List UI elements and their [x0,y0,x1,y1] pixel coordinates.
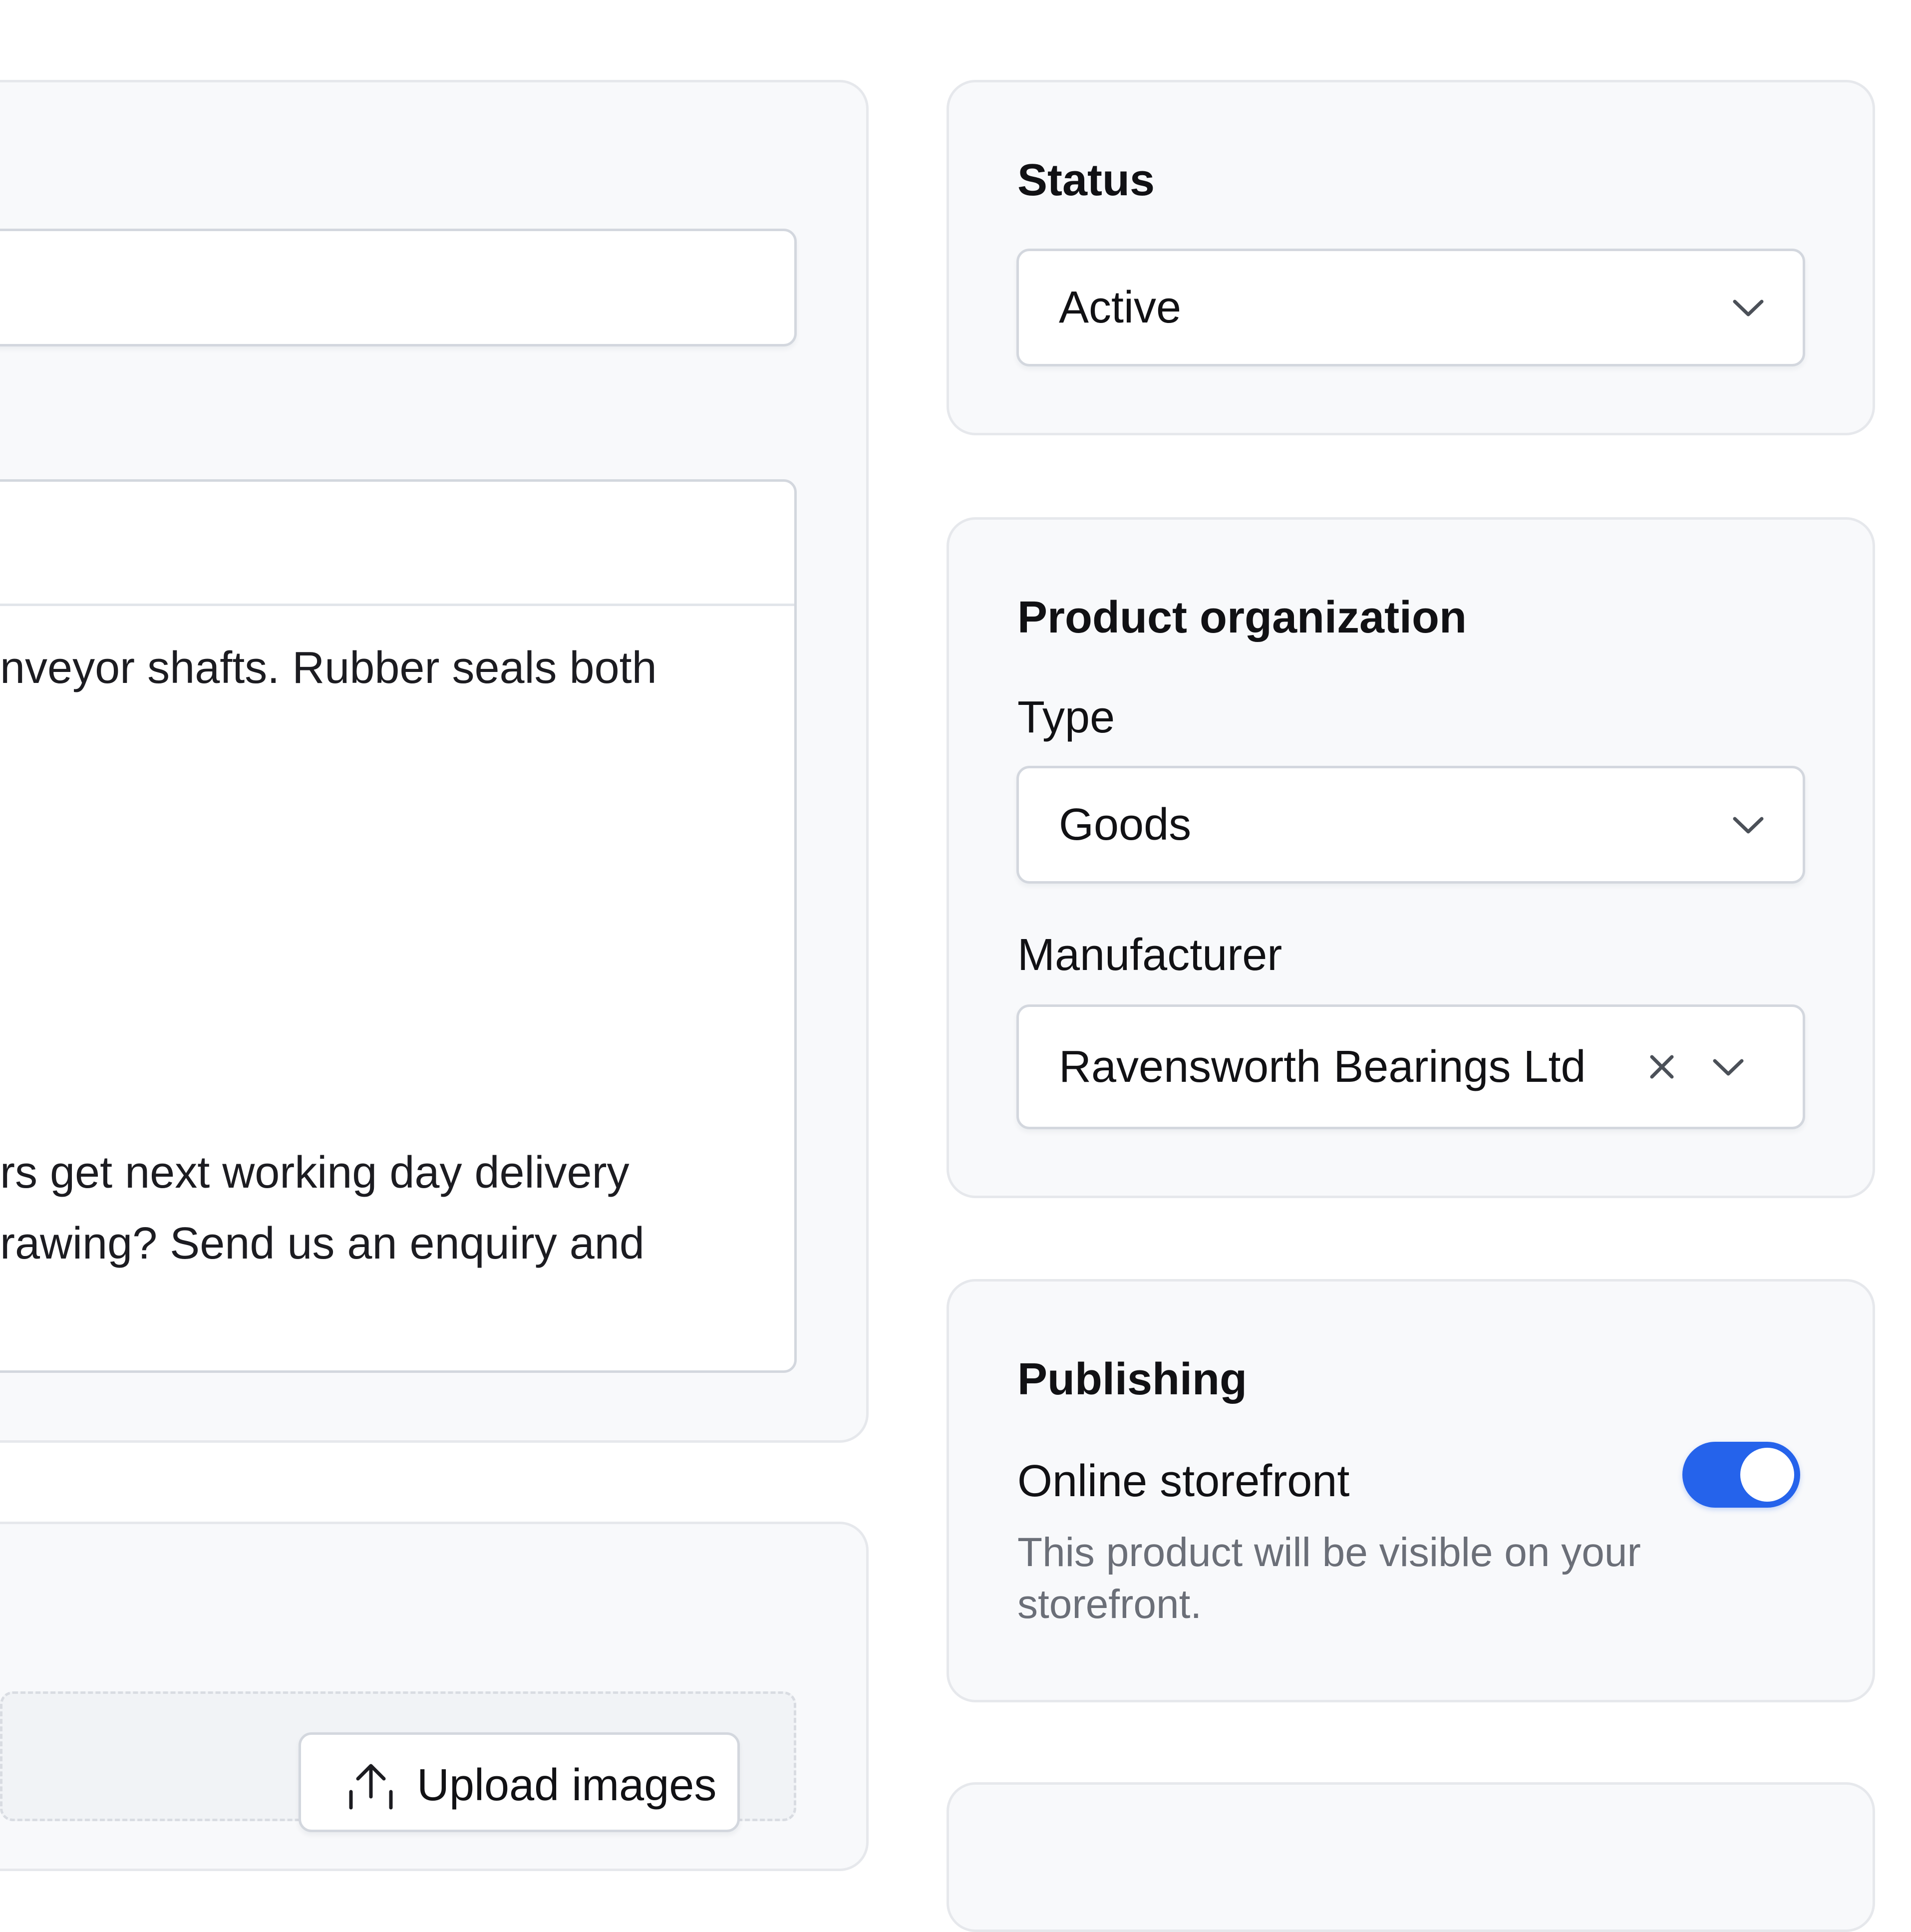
toggle-knob [1740,1448,1794,1502]
type-selected-value: Goods [1059,800,1192,850]
type-label: Type [1017,692,1115,742]
type-select[interactable]: Goods [1016,766,1805,884]
chevron-down-icon [1733,300,1764,317]
description-text-line: rs get next working day delivery [0,1148,630,1198]
organization-heading: Product organization [1017,593,1467,643]
chevron-down-icon [1713,1059,1744,1076]
online-storefront-toggle[interactable] [1682,1442,1800,1508]
title-input[interactable] [0,229,797,346]
manufacturer-label: Manufacturer [1017,930,1282,980]
description-text-line: nveyor shafts. Rubber seals both [0,643,657,693]
upload-images-label: Upload images [417,1760,717,1810]
manufacturer-select[interactable]: Ravensworth Bearings Ltd [1016,1004,1805,1129]
description-text-line: rawing? Send us an enquiry and [0,1219,644,1269]
publishing-heading: Publishing [1017,1354,1247,1404]
upload-icon [349,1764,393,1810]
editor-toolbar [0,482,794,606]
online-storefront-label: Online storefront [1017,1456,1350,1506]
upload-images-button[interactable]: Upload images [299,1732,740,1832]
manufacturer-selected-value: Ravensworth Bearings Ltd [1059,1042,1586,1092]
next-card [947,1782,1875,1932]
status-selected-value: Active [1059,283,1182,332]
close-icon[interactable] [1649,1054,1675,1080]
status-select[interactable]: Active [1016,249,1805,366]
status-heading: Status [1017,155,1155,205]
online-storefront-help: This product will be visible on your sto… [1017,1530,1641,1627]
chevron-down-icon [1733,817,1764,834]
